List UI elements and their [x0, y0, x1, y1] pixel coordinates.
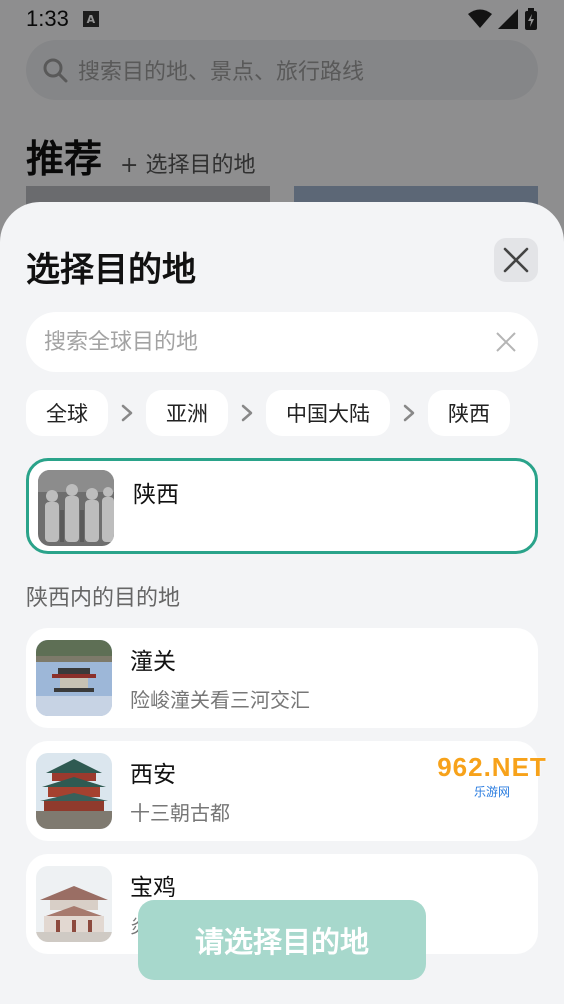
- sheet-title: 选择目的地: [26, 250, 196, 290]
- breadcrumb-item-global[interactable]: 全球: [26, 390, 108, 436]
- clear-search-button[interactable]: [492, 328, 520, 356]
- close-button[interactable]: [494, 238, 538, 282]
- list-item-tongguan[interactable]: 潼关 险峻潼关看三河交汇: [26, 628, 538, 728]
- close-icon: [503, 247, 529, 273]
- section-label: 陕西内的目的地: [26, 586, 181, 611]
- breadcrumb-item-shaanxi[interactable]: 陕西: [428, 390, 510, 436]
- watermark-main: 962.NET: [437, 752, 547, 782]
- select-destination-button[interactable]: 请选择目的地: [138, 900, 426, 980]
- destination-name: 宝鸡: [130, 875, 176, 901]
- chevron-right-icon: [390, 404, 428, 422]
- selected-destination-card[interactable]: 陕西: [26, 458, 538, 554]
- destination-name: 西安: [130, 762, 176, 788]
- chevron-right-icon: [108, 404, 146, 422]
- tongguan-image: [36, 640, 112, 716]
- destination-name: 潼关: [130, 649, 176, 675]
- terracotta-warriors-image: [38, 470, 114, 546]
- destination-search-input[interactable]: [44, 329, 492, 355]
- xian-bell-tower-image: [36, 753, 112, 829]
- breadcrumb-item-mainland-china[interactable]: 中国大陆: [266, 390, 390, 436]
- destination-subtitle: 险峻潼关看三河交汇: [130, 688, 310, 712]
- breadcrumb-item-asia[interactable]: 亚洲: [146, 390, 228, 436]
- destination-picker-sheet: 选择目的地 全球 亚洲 中国大陆 陕西: [0, 202, 564, 1004]
- watermark-logo: 962.NET 乐游网: [424, 752, 560, 800]
- selected-destination-name: 陕西: [133, 482, 179, 508]
- destination-search-field[interactable]: [26, 312, 538, 372]
- destination-subtitle: 十三朝古都: [130, 801, 230, 825]
- clear-icon: [496, 332, 516, 352]
- chevron-right-icon: [228, 404, 266, 422]
- watermark-sub: 乐游网: [473, 785, 510, 799]
- breadcrumb: 全球 亚洲 中国大陆 陕西: [26, 390, 510, 436]
- baoji-temple-image: [36, 866, 112, 942]
